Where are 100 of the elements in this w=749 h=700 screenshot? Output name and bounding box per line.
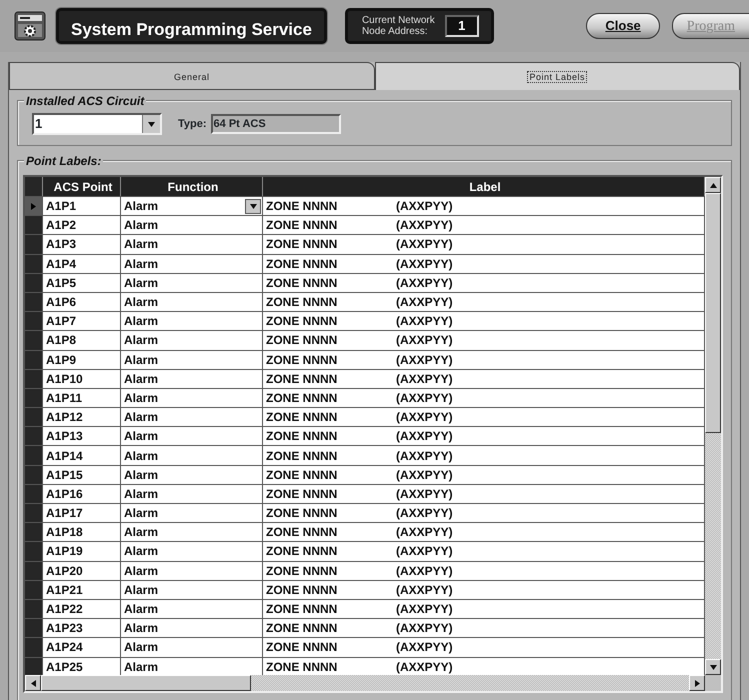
row-selector[interactable] bbox=[25, 388, 43, 408]
row-selector[interactable] bbox=[25, 446, 43, 465]
row-selector[interactable] bbox=[25, 580, 43, 599]
table-cell-text: (AXXPYY) bbox=[396, 601, 453, 618]
table-cell: Alarm bbox=[121, 388, 263, 408]
row-selector[interactable] bbox=[25, 197, 43, 216]
circuit-dropdown[interactable]: 1 bbox=[32, 113, 162, 135]
row-selector[interactable] bbox=[25, 466, 43, 484]
table-cell-text: (AXXPYY) bbox=[396, 505, 453, 522]
row-selector[interactable] bbox=[25, 542, 43, 561]
table-cell: Alarm bbox=[121, 446, 263, 465]
control-panel-icon bbox=[14, 10, 46, 42]
table-cell-text: (AXXPYY) bbox=[396, 294, 453, 312]
table-cell: Alarm bbox=[121, 235, 263, 254]
table-cell: A1P20 bbox=[43, 562, 121, 580]
table-cell: Alarm bbox=[121, 292, 263, 312]
table-cell: A1P6 bbox=[43, 292, 121, 312]
table-cell-text: (AXXPYY) bbox=[396, 313, 453, 330]
table-cell-text: ZONE NNNN bbox=[266, 582, 338, 599]
function-dropdown[interactable]: Alarm bbox=[121, 197, 263, 216]
table-cell: A1P10 bbox=[43, 370, 121, 388]
tab[interactable]: Point Labels bbox=[374, 62, 740, 90]
row-selector[interactable] bbox=[25, 254, 43, 273]
type-label: Type: bbox=[178, 116, 207, 132]
table-cell: Alarm bbox=[121, 562, 263, 580]
row-selector[interactable] bbox=[25, 331, 43, 350]
table-cell: Alarm bbox=[121, 484, 263, 503]
table-cell: Alarm bbox=[121, 619, 263, 638]
table-cell-text: ZONE NNNN bbox=[266, 217, 338, 234]
table-cell-text: (AXXPYY) bbox=[396, 582, 453, 599]
scroll-left-button[interactable] bbox=[25, 675, 41, 691]
table-cell: A1P18 bbox=[43, 523, 121, 542]
table-cell-text: ZONE NNNN bbox=[266, 466, 338, 484]
table-cell-text: (AXXPYY) bbox=[396, 620, 453, 638]
caret-icon bbox=[250, 204, 256, 209]
table-cell-text: (AXXPYY) bbox=[396, 352, 453, 369]
table-cell-text: (AXXPYY) bbox=[396, 256, 453, 273]
table-cell-text: ZONE NNNN bbox=[266, 505, 338, 522]
table-cell: A1P1 bbox=[43, 197, 121, 216]
close-button[interactable]: Close bbox=[586, 13, 660, 39]
table-cell-text: ZONE NNNN bbox=[266, 332, 338, 350]
row-selector[interactable] bbox=[25, 638, 43, 656]
caret-icon bbox=[148, 122, 155, 126]
table-cell-text: ZONE NNNN bbox=[266, 370, 338, 388]
row-selector[interactable] bbox=[25, 619, 43, 638]
row-selector[interactable] bbox=[25, 504, 43, 522]
table-cell-text: (AXXPYY) bbox=[396, 332, 453, 350]
table-cell-text: ZONE NNNN bbox=[266, 486, 338, 503]
table-cell: Alarm bbox=[121, 216, 263, 234]
row-selector[interactable] bbox=[25, 427, 43, 446]
table-cell: Alarm bbox=[121, 580, 263, 599]
table-cell: A1P8 bbox=[43, 331, 121, 350]
table-cell: Alarm bbox=[121, 254, 263, 273]
table-cell: A1P23 bbox=[43, 619, 121, 638]
table-cell-text: ZONE NNNN bbox=[266, 256, 338, 273]
node-address-field: 1 bbox=[444, 15, 479, 37]
table-cell-text: ZONE NNNN bbox=[266, 562, 338, 580]
table-cell-text: (AXXPYY) bbox=[396, 486, 453, 503]
row-selector[interactable] bbox=[25, 274, 43, 292]
table-cell: Alarm bbox=[121, 638, 263, 656]
table-cell: Alarm bbox=[121, 542, 263, 561]
right-arrow-icon bbox=[694, 680, 700, 686]
table-cell: A1P4 bbox=[43, 254, 121, 273]
scroll-down-button[interactable] bbox=[705, 659, 721, 675]
row-selector[interactable] bbox=[25, 216, 43, 234]
row-selector[interactable] bbox=[25, 523, 43, 542]
row-selector[interactable] bbox=[25, 562, 43, 580]
app-title: System Programming Service bbox=[56, 8, 327, 44]
table-cell: Alarm bbox=[121, 274, 263, 292]
table-cell: A1P7 bbox=[43, 312, 121, 330]
row-selector[interactable] bbox=[25, 292, 43, 312]
table-cell: A1P2 bbox=[43, 216, 121, 234]
row-selector[interactable] bbox=[25, 408, 43, 426]
table-cell-text: (AXXPYY) bbox=[396, 639, 453, 656]
table-cell-text: (AXXPYY) bbox=[396, 543, 453, 560]
table-cell-text: ZONE NNNN bbox=[266, 313, 338, 330]
row-selector[interactable] bbox=[25, 350, 43, 369]
table-cell: Alarm bbox=[121, 312, 263, 330]
scroll-right-button[interactable] bbox=[689, 675, 705, 691]
table-cell-text: (AXXPYY) bbox=[396, 466, 453, 484]
table-cell: A1P19 bbox=[43, 542, 121, 561]
row-selector[interactable] bbox=[25, 484, 43, 503]
table-cell-text: (AXXPYY) bbox=[396, 390, 453, 407]
row-selector[interactable] bbox=[25, 235, 43, 254]
table-cell: Alarm bbox=[121, 370, 263, 388]
scroll-up-button[interactable] bbox=[705, 177, 721, 193]
table-cell: A1P12 bbox=[43, 408, 121, 426]
table-cell-text: ZONE NNNN bbox=[266, 198, 338, 216]
table-cell-text: ZONE NNNN bbox=[266, 294, 338, 312]
table-cell: A1P3 bbox=[43, 235, 121, 254]
network-address-label: Node Address: bbox=[362, 26, 429, 37]
table-cell-text: ZONE NNNN bbox=[266, 639, 338, 656]
row-selector[interactable] bbox=[25, 370, 43, 388]
tab[interactable]: General bbox=[9, 62, 374, 90]
left-arrow-icon bbox=[30, 680, 36, 686]
table-cell-text: ZONE NNNN bbox=[266, 236, 338, 254]
table-cell: Alarm bbox=[121, 504, 263, 522]
row-selector[interactable] bbox=[25, 600, 43, 618]
down-arrow-icon bbox=[710, 664, 716, 670]
row-selector[interactable] bbox=[25, 312, 43, 330]
